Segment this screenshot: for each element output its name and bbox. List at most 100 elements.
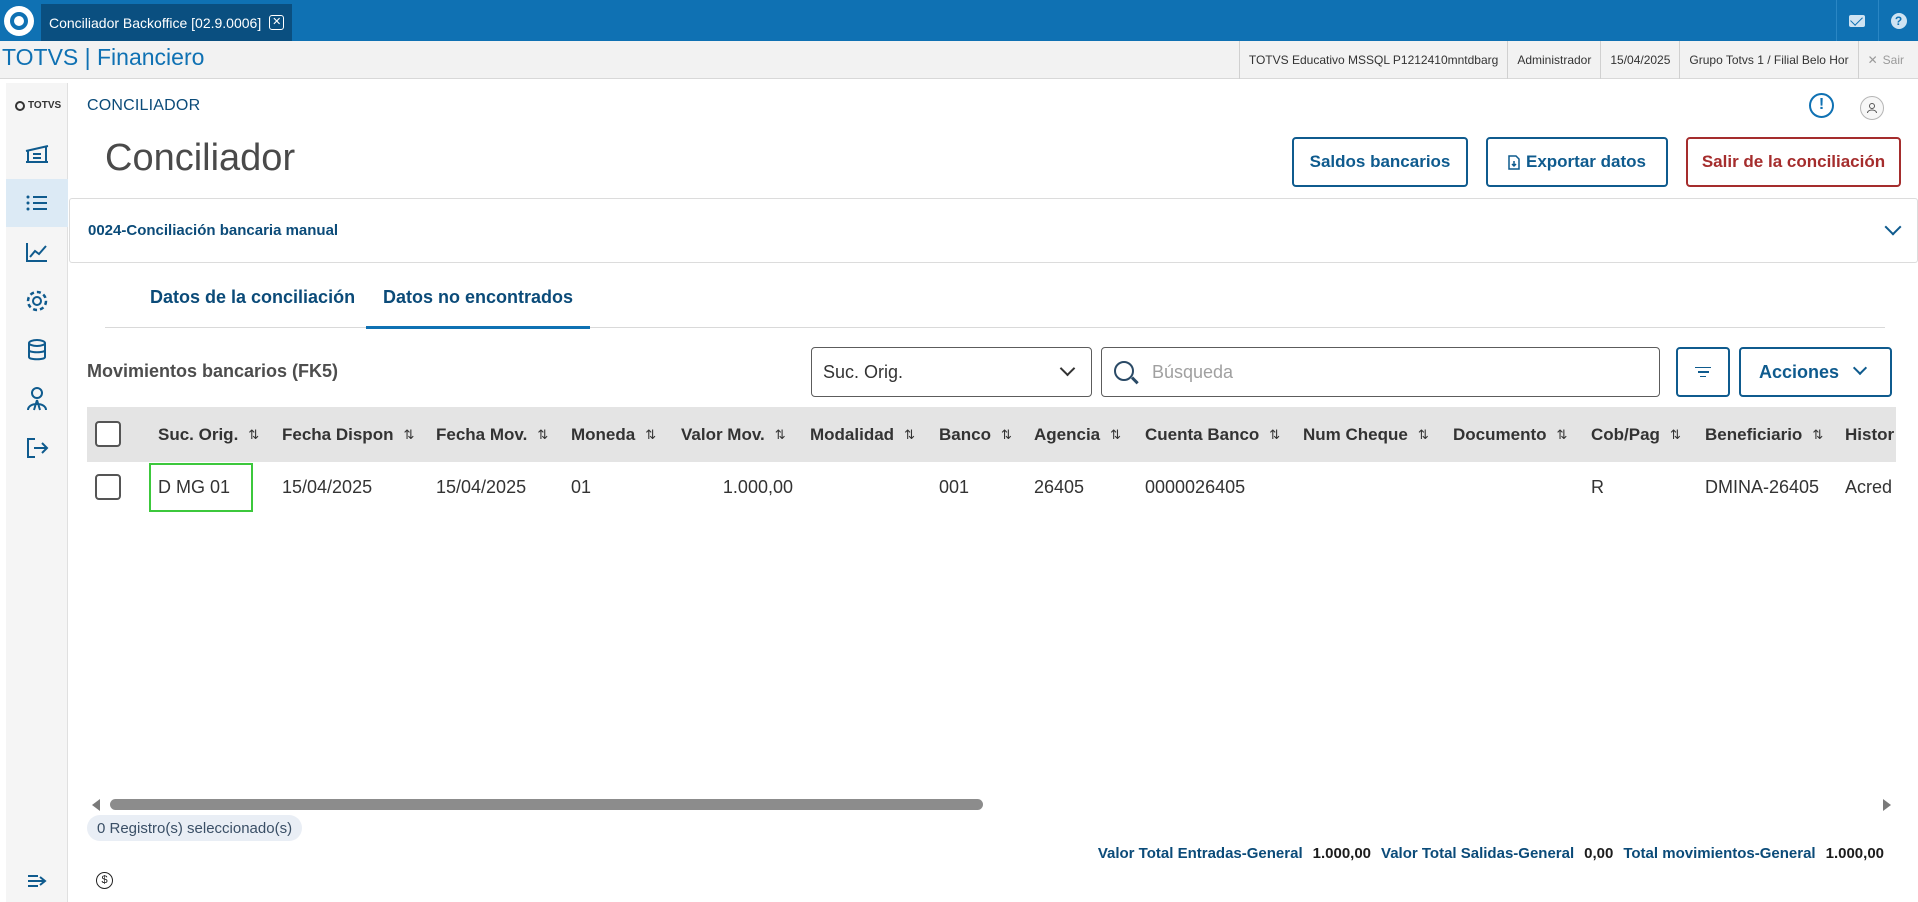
environment-info[interactable]: TOTVS Educativo MSSQL P1212410mntdbarg [1238, 41, 1507, 79]
saldos-label: Saldos bancarios [1309, 152, 1451, 171]
exit-icon[interactable] [6, 424, 68, 472]
search-field-select[interactable]: Suc. Orig. [811, 347, 1092, 397]
column-header[interactable]: Num Cheque ⇅ [1303, 407, 1429, 462]
date-info[interactable]: 15/04/2025 [1600, 41, 1679, 79]
database-icon[interactable] [6, 326, 68, 374]
total-value: 1.000,00 [1312, 845, 1372, 862]
movements-table: Suc. Orig. ⇅ Fecha Dispon ⇅ Fecha Mov. ⇅ Mo… [87, 407, 1896, 797]
list-icon[interactable] [6, 179, 68, 227]
row-checkbox[interactable] [95, 474, 121, 500]
totvs-logo: TOTVS [15, 100, 61, 111]
scroll-right-icon[interactable] [1883, 799, 1891, 811]
chart-icon[interactable] [6, 228, 68, 276]
column-header[interactable]: Beneficiario ⇅ [1705, 407, 1823, 462]
gear-icon[interactable] [6, 277, 68, 325]
logout-label: Sair [1882, 53, 1904, 67]
close-icon[interactable]: ✕ [269, 15, 285, 30]
page-title: Conciliador [105, 137, 296, 179]
reconciliation-panel[interactable]: 0024-Conciliación bancaria manual [69, 198, 1918, 263]
exit-reconciliation-label: Salir de la conciliación [1701, 152, 1886, 171]
selected-count-badge: 0 Registro(s) seleccionado(s) [87, 815, 303, 841]
table-cell: 26405 [1034, 477, 1085, 497]
sort-icon: ⇅ [1269, 426, 1281, 442]
column-header[interactable]: Cob/Pag ⇅ [1591, 407, 1681, 462]
session-info: TOTVS Educativo MSSQL P1212410mntdbarg A… [1238, 41, 1918, 79]
section-title: Movimientos bancarios (FK5) [87, 361, 339, 381]
chevron-down-icon [1852, 360, 1868, 376]
search-placeholder: Búsqueda [1152, 361, 1234, 382]
currency-icon[interactable]: $ [96, 872, 113, 889]
table-row[interactable]: D MG 01 15/04/2025 15/04/2025 01 1.000,0… [87, 462, 1896, 513]
user-info[interactable]: Administrador [1507, 41, 1600, 79]
brand-title: TOTVS | Financiero [2, 44, 205, 70]
select-value: Suc. Orig. [823, 361, 904, 382]
table-cell: 1.000,00 [722, 477, 793, 497]
sort-icon: ⇅ [248, 426, 260, 442]
chevron-down-icon[interactable] [1884, 218, 1902, 236]
export-label: Exportar datos [1526, 152, 1646, 171]
sort-icon: ⇅ [1556, 426, 1568, 442]
sort-icon: ⇅ [1417, 426, 1429, 442]
column-header[interactable]: Banco ⇅ [939, 407, 1012, 462]
building-icon[interactable] [6, 130, 68, 178]
panel-title: 0024-Conciliación bancaria manual [88, 222, 339, 239]
sort-icon: ⇅ [537, 426, 549, 442]
column-header[interactable]: Histor [1845, 407, 1894, 462]
search-icon [1114, 361, 1134, 381]
actions-button[interactable]: Acciones [1739, 347, 1892, 397]
search-input[interactable]: Búsqueda [1101, 347, 1660, 397]
scroll-thumb[interactable] [110, 799, 983, 810]
sort-icon: ⇅ [1000, 426, 1012, 442]
sort-icon: ⇅ [1669, 426, 1681, 442]
sort-icon: ⇅ [1110, 426, 1122, 442]
column-header[interactable]: Agencia ⇅ [1034, 407, 1121, 462]
sort-icon: ⇅ [403, 426, 415, 442]
logout-button[interactable]: ✕ Sair [1857, 41, 1918, 79]
alert-icon[interactable]: ! [1809, 93, 1834, 118]
select-all-checkbox[interactable] [95, 421, 121, 447]
column-header[interactable]: Fecha Mov. ⇅ [436, 407, 548, 462]
table-cell: 0000026405 [1145, 477, 1246, 497]
close-icon: ✕ [1867, 53, 1878, 67]
table-header: Suc. Orig. ⇅ Fecha Dispon ⇅ Fecha Mov. ⇅ Mo… [87, 407, 1896, 462]
window-tab-title: Conciliador Backoffice [02.9.0006] [49, 14, 262, 31]
total-value: 1.000,00 [1825, 845, 1884, 862]
table-cell: 001 [939, 477, 970, 497]
table-cell: Acred [1845, 477, 1893, 497]
filter-button[interactable] [1676, 347, 1730, 397]
app-logo[interactable] [4, 6, 34, 36]
column-header[interactable]: Moneda ⇅ [571, 407, 656, 462]
table-cell: 15/04/2025 [282, 477, 373, 497]
table-cell: DMINA-26405 [1705, 477, 1820, 497]
sort-icon: ⇅ [645, 426, 657, 442]
tab-datos-conciliacion[interactable]: Datos de la conciliación [150, 287, 355, 308]
totals-bar: Valor Total Entradas-General 1.000,00 Va… [1098, 845, 1884, 862]
sort-icon: ⇅ [1812, 426, 1824, 442]
actions-label: Acciones [1759, 361, 1840, 382]
column-header[interactable]: Valor Mov. ⇅ [681, 407, 786, 462]
table-cell: R [1591, 477, 1604, 497]
horizontal-scrollbar[interactable] [87, 795, 1896, 813]
export-data-button[interactable]: Exportar datos [1486, 137, 1668, 187]
person-icon[interactable] [6, 375, 68, 423]
column-header[interactable]: Cuenta Banco ⇅ [1145, 407, 1280, 462]
scroll-left-icon[interactable] [92, 799, 100, 811]
user-icon[interactable] [1860, 96, 1884, 120]
collapse-menu-icon[interactable] [6, 857, 68, 902]
window-tab[interactable]: Conciliador Backoffice [02.9.0006] ✕ [41, 4, 292, 41]
total-label: Total movimientos-General [1623, 845, 1816, 862]
table-cell-suc-orig[interactable]: D MG 01 [149, 463, 253, 512]
exit-reconciliation-button[interactable]: Salir de la conciliación [1686, 137, 1901, 187]
branch-info[interactable]: Grupo Totvs 1 / Filial Belo Hor [1679, 41, 1857, 79]
saldos-bancarios-button[interactable]: Saldos bancarios [1292, 137, 1468, 187]
mail-icon[interactable] [1836, 0, 1876, 41]
tab-datos-no-encontrados[interactable]: Datos no encontrados [366, 287, 591, 329]
column-header[interactable]: Suc. Orig. ⇅ [158, 407, 259, 462]
column-header[interactable]: Modalidad ⇅ [810, 407, 915, 462]
column-header[interactable]: Documento ⇅ [1453, 407, 1567, 462]
column-header[interactable]: Fecha Dispon ⇅ [282, 407, 414, 462]
breadcrumb: CONCILIADOR [87, 97, 201, 114]
side-nav: TOTVS [6, 83, 68, 902]
help-icon[interactable]: ? [1878, 0, 1918, 41]
title-bar: Conciliador Backoffice [02.9.0006] ✕ ? [0, 0, 1918, 41]
